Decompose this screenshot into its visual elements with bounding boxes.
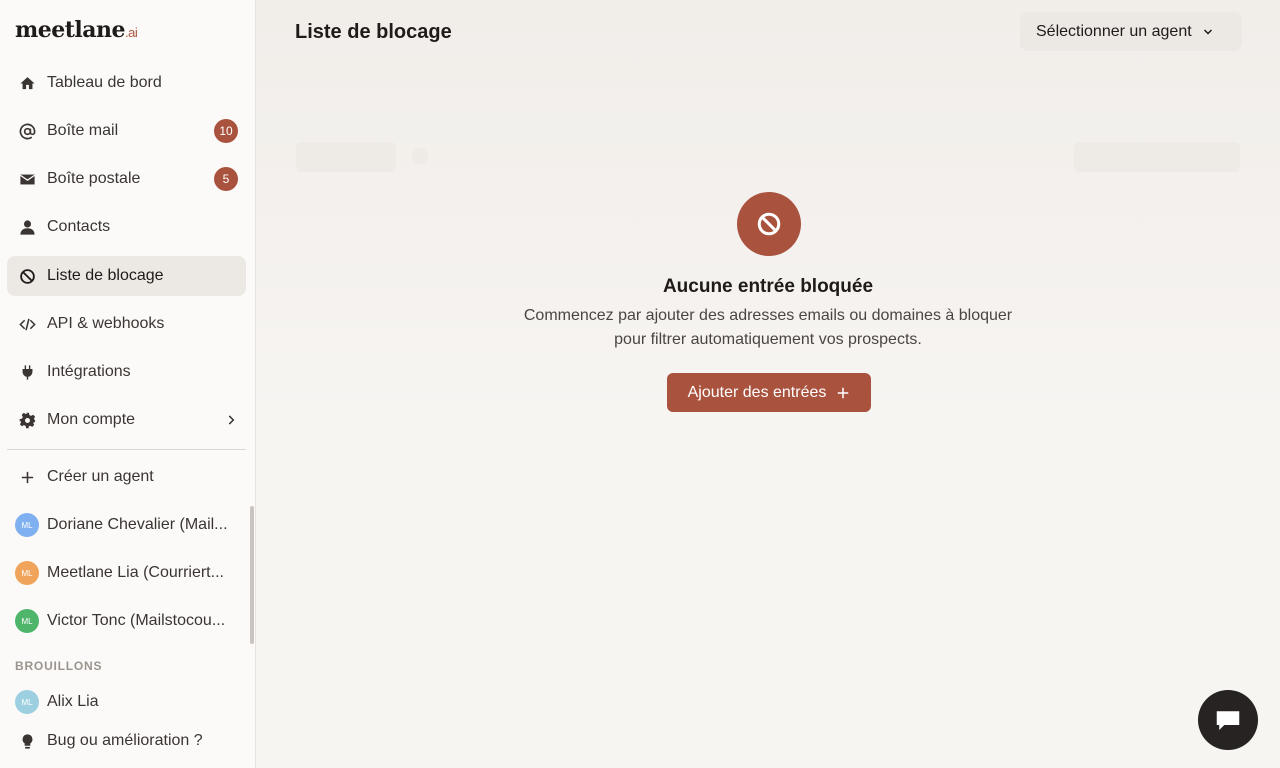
- sidebar-divider: [7, 449, 246, 450]
- sidebar-agent-item[interactable]: ML Meetlane Lia (Courriert...: [7, 553, 246, 593]
- user-icon: [18, 218, 36, 236]
- main-content: Liste de blocage Sélectionner un agent A…: [256, 0, 1280, 768]
- sidebar-item-label: Boîte mail: [47, 122, 119, 139]
- sidebar-item-label: Tableau de bord: [47, 74, 162, 91]
- unread-badge: 10: [214, 119, 238, 143]
- create-agent-button[interactable]: Créer un agent: [7, 457, 246, 497]
- placeholder-control: [1074, 142, 1240, 172]
- home-icon: [18, 74, 36, 92]
- sidebar-item-api[interactable]: API & webhooks: [7, 304, 246, 344]
- add-entries-button[interactable]: Ajouter des entrées: [667, 373, 871, 412]
- sidebar-item-dashboard[interactable]: Tableau de bord: [7, 63, 246, 103]
- sidebar-item-account[interactable]: Mon compte: [7, 400, 246, 440]
- plus-icon: [838, 387, 849, 398]
- placeholder-control: [296, 142, 396, 172]
- sidebar-item-label: Contacts: [47, 218, 111, 235]
- unread-badge: 5: [214, 167, 238, 191]
- sidebar: meetlane.ai Tableau de bord Boîte mail 1…: [0, 0, 256, 768]
- gear-icon: [18, 411, 36, 429]
- envelope-icon: [18, 170, 36, 188]
- avatar: ML: [15, 561, 39, 585]
- chat-support-button[interactable]: [1198, 690, 1258, 750]
- sidebar-item-integrations[interactable]: Intégrations: [7, 352, 246, 392]
- agent-name: Doriane Chevalier (Mail...: [47, 516, 228, 533]
- draft-name: Alix Lia: [47, 693, 99, 710]
- sidebar-item-label: Bug ou amélioration ?: [47, 732, 203, 749]
- lightbulb-icon: [18, 732, 36, 750]
- agent-name: Meetlane Lia (Courriert...: [47, 564, 224, 581]
- placeholder-control: [412, 148, 428, 164]
- agent-select[interactable]: Sélectionner un agent: [1020, 12, 1242, 51]
- sidebar-item-label: Créer un agent: [47, 468, 154, 485]
- chat-icon: [1216, 711, 1240, 730]
- sidebar-item-blocklist[interactable]: Liste de blocage: [7, 256, 246, 296]
- drafts-section-title: BROUILLONS: [15, 659, 103, 673]
- ban-icon: [18, 267, 36, 285]
- sidebar-item-contacts[interactable]: Contacts: [7, 207, 246, 247]
- brand-logo[interactable]: meetlane.ai: [15, 17, 138, 43]
- sidebar-item-label: Boîte postale: [47, 170, 141, 187]
- sidebar-item-mailbox[interactable]: Boîte mail 10: [7, 111, 246, 151]
- agent-name: Victor Tonc (Mailstocou...: [47, 612, 226, 629]
- sidebar-item-postbox[interactable]: Boîte postale 5: [7, 159, 246, 199]
- plug-icon: [18, 363, 36, 381]
- sidebar-item-label: Mon compte: [47, 411, 136, 428]
- sidebar-agent-item[interactable]: ML Victor Tonc (Mailstocou...: [7, 601, 246, 641]
- sidebar-agent-item[interactable]: ML Doriane Chevalier (Mail...: [7, 505, 246, 545]
- feedback-link[interactable]: Bug ou amélioration ?: [7, 721, 246, 761]
- avatar: ML: [15, 690, 39, 714]
- sidebar-draft-item[interactable]: ML Alix Lia: [7, 682, 246, 722]
- avatar: ML: [15, 609, 39, 633]
- sidebar-item-label: Liste de blocage: [47, 267, 164, 284]
- empty-state-title: Aucune entrée bloquée: [662, 276, 874, 297]
- sidebar-item-label: Intégrations: [47, 363, 131, 380]
- plus-icon: [18, 468, 36, 486]
- at-icon: [18, 122, 36, 140]
- empty-state-description: Commencez par ajouter des adresses email…: [523, 307, 1013, 348]
- code-icon: [18, 315, 36, 333]
- avatar: ML: [15, 513, 39, 537]
- chevron-right-icon: [228, 415, 235, 425]
- chevron-down-icon: [1203, 28, 1212, 35]
- sidebar-item-label: API & webhooks: [47, 315, 165, 332]
- sidebar-scrollbar[interactable]: [250, 506, 254, 644]
- page-title: Liste de blocage: [295, 21, 452, 43]
- ban-icon: [737, 192, 801, 256]
- agent-select-label: Sélectionner un agent: [1036, 22, 1192, 40]
- add-entries-label: Ajouter des entrées: [687, 383, 827, 401]
